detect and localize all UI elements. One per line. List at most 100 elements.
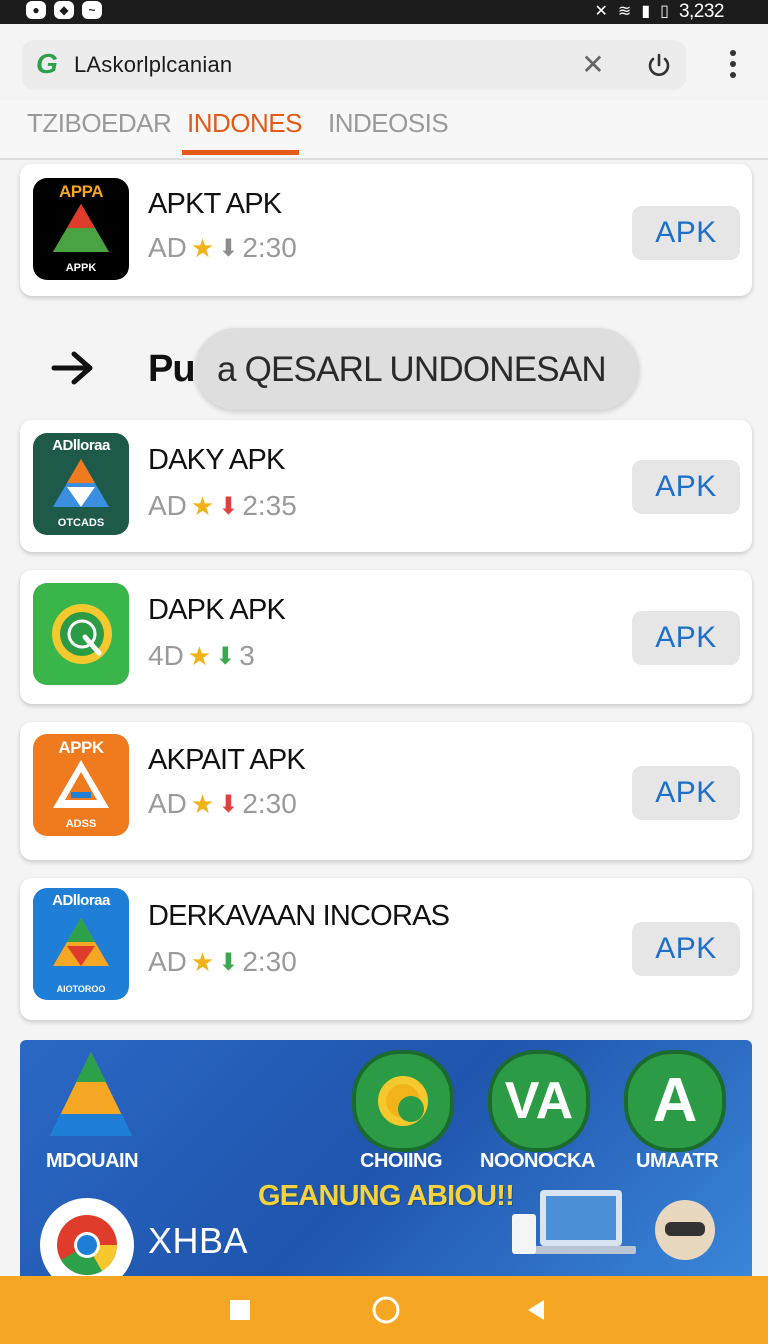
status-bar-right: ✕ ≋ ▮ ▯ 3,232 bbox=[594, 0, 725, 24]
app-icon: APPK ADSS bbox=[33, 734, 129, 836]
apk-button[interactable]: APK bbox=[632, 922, 740, 976]
app-icon-top-label: ADlloraa bbox=[52, 892, 110, 909]
app-icon: APPA APPK bbox=[33, 178, 129, 280]
apk-button[interactable]: APK bbox=[632, 766, 740, 820]
app-icon: ADlloraa AIOTOROO bbox=[33, 888, 129, 1000]
app-meta: AD ★ ⬇ 2:30 bbox=[148, 232, 297, 264]
triangle-logo-icon bbox=[53, 760, 109, 808]
banner-headline: GEANUNG ABIOU!! bbox=[258, 1180, 515, 1212]
star-icon: ★ bbox=[190, 788, 215, 819]
banner-item-label: MDOUAIN bbox=[46, 1150, 139, 1172]
app-icon-top-label: APPA bbox=[59, 182, 103, 201]
banner-item-label: NOONOCKA bbox=[480, 1150, 595, 1172]
app-meta-prefix: AD bbox=[148, 232, 187, 263]
settings-app-icon[interactable] bbox=[352, 1050, 454, 1152]
app-name[interactable]: DAPK APK bbox=[148, 594, 286, 627]
chrome-logo-icon bbox=[57, 1215, 118, 1276]
download-icon: ⬇ bbox=[218, 234, 239, 262]
section-title: Pu bbox=[148, 348, 196, 390]
app-card[interactable]: APPA APPK APKT APK AD ★ ⬇ 2:30 APK bbox=[20, 164, 752, 296]
tab-indeosis[interactable]: INDEOSIS bbox=[328, 108, 449, 139]
app-card[interactable]: ADlloraa OTCADS DAKY APK AD ★ ⬇ 2:35 APK bbox=[20, 420, 752, 552]
tab-bar: TZIBOEDAR INDONES INDEOSIS bbox=[0, 100, 768, 160]
reload-icon[interactable] bbox=[644, 50, 674, 80]
app-meta-value: 3 bbox=[239, 640, 255, 671]
navigation-bar bbox=[0, 1276, 768, 1344]
chrome-icon[interactable] bbox=[40, 1198, 134, 1276]
app-icon-bottom-label: ADSS bbox=[65, 818, 97, 830]
wifi-icon: ≋ bbox=[617, 3, 632, 20]
triangle-logo-icon bbox=[53, 918, 109, 966]
url-text[interactable]: LAskorlplcanian bbox=[74, 52, 232, 78]
download-icon: ⬇ bbox=[218, 790, 239, 818]
app-card[interactable]: DAPK APK 4D ★ ⬇ 3 APK bbox=[20, 570, 752, 704]
tab-tziboedar[interactable]: TZIBOEDAR bbox=[27, 108, 172, 139]
tab-indones[interactable]: INDONES bbox=[187, 108, 302, 139]
toast-text: a QESARL UNDONESAN bbox=[217, 350, 607, 389]
app-meta-prefix: 4D bbox=[148, 640, 184, 671]
menu-dots-icon[interactable] bbox=[722, 48, 744, 82]
app-meta: AD ★ ⬇ 2:35 bbox=[148, 490, 297, 522]
battery-icon: ▯ bbox=[660, 3, 669, 20]
star-icon: ★ bbox=[187, 640, 212, 671]
app-meta-prefix: AD bbox=[148, 788, 187, 819]
status-bar: ● ◆ ~ ✕ ≋ ▮ ▯ 3,232 bbox=[0, 0, 768, 24]
app-meta-value: 2:30 bbox=[242, 946, 297, 977]
promo-banner[interactable]: MDOUAIN CHOIING VA NOONOCKA A UMAATR GEA… bbox=[20, 1040, 752, 1276]
clock: 3,232 bbox=[678, 1, 725, 22]
app-meta-prefix: AD bbox=[148, 490, 187, 521]
gear-icon bbox=[378, 1076, 428, 1126]
toast: a QESARL UNDONESAN bbox=[195, 328, 639, 410]
g-logo-icon: G bbox=[36, 48, 58, 79]
banner-bottom-label: XHBA bbox=[148, 1220, 249, 1261]
triangle-logo-icon bbox=[53, 459, 109, 507]
laptop-illustration-icon bbox=[512, 1190, 715, 1260]
banner-item-label: UMAATR bbox=[636, 1150, 719, 1172]
app-meta-value: 2:30 bbox=[242, 788, 297, 819]
app-icon-bottom-label: APPK bbox=[65, 262, 97, 274]
triangle-back-icon[interactable] bbox=[520, 1294, 552, 1326]
a-app-icon[interactable]: A bbox=[624, 1050, 726, 1152]
a-glyph-icon: A bbox=[652, 1066, 698, 1135]
close-icon[interactable]: ✕ bbox=[578, 50, 608, 80]
signal-icon: ▮ bbox=[641, 3, 651, 20]
app-meta: 4D ★ ⬇ 3 bbox=[148, 640, 255, 672]
banner-item-label: CHOIING bbox=[360, 1150, 443, 1172]
app-name[interactable]: DAKY APK bbox=[148, 444, 285, 477]
download-icon: ⬇ bbox=[215, 642, 236, 670]
mute-icon: ✕ bbox=[594, 3, 608, 20]
apk-button[interactable]: APK bbox=[632, 206, 740, 260]
active-tab-indicator bbox=[182, 150, 299, 155]
apk-button[interactable]: APK bbox=[632, 460, 740, 514]
url-bar[interactable]: G LAskorlplcanian ✕ bbox=[22, 40, 686, 90]
star-icon: ★ bbox=[190, 490, 215, 521]
download-icon: ⬇ bbox=[218, 492, 239, 520]
app-meta-prefix: AD bbox=[148, 946, 187, 977]
app-icon-top-label: ADlloraa bbox=[52, 437, 110, 454]
app-icon-bottom-label: OTCADS bbox=[57, 517, 105, 529]
star-icon: ★ bbox=[190, 232, 215, 263]
app-card[interactable]: ADlloraa AIOTOROO DERKAVAAN INCORAS AD ★… bbox=[20, 878, 752, 1020]
app-icon bbox=[33, 583, 129, 685]
app-meta: AD ★ ⬇ 2:30 bbox=[148, 788, 297, 820]
apk-button[interactable]: APK bbox=[632, 611, 740, 665]
gear-hand-icon bbox=[52, 604, 112, 664]
app-card[interactable]: APPK ADSS AKPAIT APK AD ★ ⬇ 2:30 APK bbox=[20, 722, 752, 860]
va-app-icon[interactable]: VA bbox=[488, 1050, 590, 1152]
app-meta: AD ★ ⬇ 2:30 bbox=[148, 946, 297, 978]
circle-icon[interactable] bbox=[370, 1294, 402, 1326]
app-name[interactable]: APKT APK bbox=[148, 188, 282, 221]
app-icon-top-label: APPK bbox=[58, 738, 104, 757]
app-meta-value: 2:30 bbox=[242, 232, 297, 263]
app-name[interactable]: AKPAIT APK bbox=[148, 744, 306, 777]
star-icon: ★ bbox=[190, 946, 215, 977]
app-name[interactable]: DERKAVAAN INCORAS bbox=[148, 900, 450, 933]
square-icon[interactable] bbox=[224, 1294, 256, 1326]
shield-icon: ◆ bbox=[54, 1, 74, 19]
triangle-logo-icon bbox=[53, 204, 109, 252]
app-icon-bottom-label: AIOTOROO bbox=[56, 984, 106, 994]
arrow-right-icon[interactable] bbox=[48, 346, 98, 390]
download-icon: ⬇ bbox=[218, 948, 239, 976]
va-glyph-icon: VA bbox=[504, 1072, 574, 1130]
drive-logo-icon bbox=[50, 1052, 132, 1136]
